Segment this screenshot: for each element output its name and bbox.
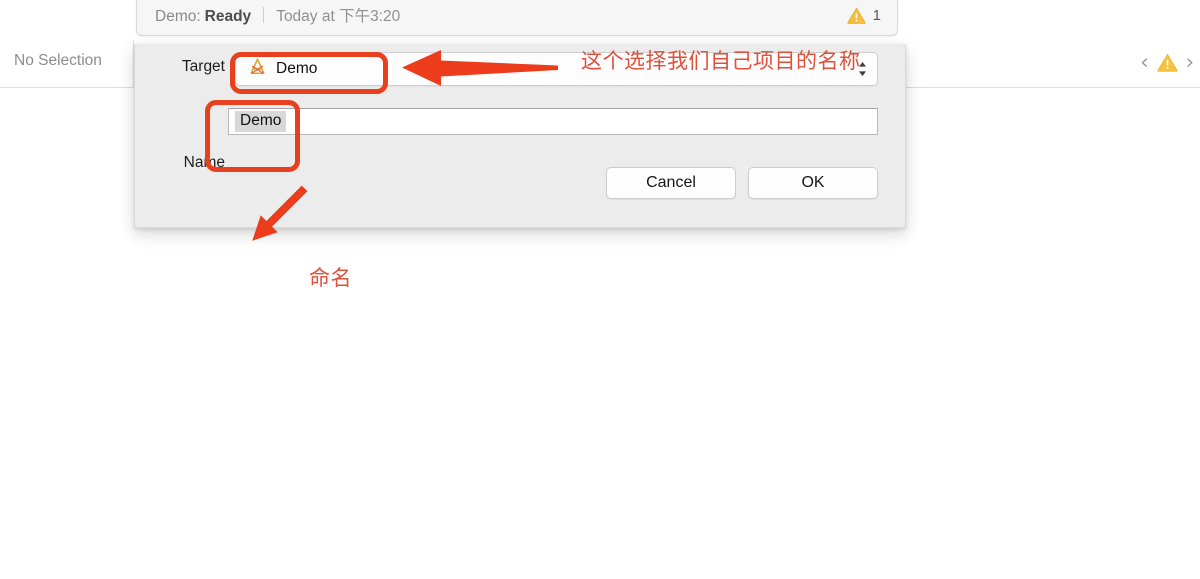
name-label: Name — [183, 154, 225, 171]
annotation-text-name: 命名 — [309, 267, 352, 290]
status-time-label: Today at 下午3:20 — [276, 8, 401, 25]
chevron-right-icon[interactable]: › — [1186, 52, 1194, 73]
status-divider — [263, 7, 265, 23]
warning-triangle-icon[interactable] — [846, 7, 866, 24]
cancel-button[interactable]: Cancel — [606, 167, 736, 199]
name-input-value: Demo — [235, 111, 287, 132]
dialog-button-row: Cancel OK — [606, 167, 878, 199]
status-warning-group[interactable]: 1 — [846, 6, 897, 24]
ok-button[interactable]: OK — [748, 167, 878, 199]
warning-count-label: 1 — [872, 6, 881, 24]
status-state-label: Ready — [204, 8, 252, 25]
activity-status-bar[interactable]: Demo: Ready Today at 下午3:20 1 — [136, 0, 898, 36]
no-selection-label: No Selection — [14, 52, 102, 69]
annotation-text-target: 这个选择我们自己项目的名称 — [581, 50, 861, 73]
chevron-left-icon[interactable]: ‹ — [1140, 52, 1148, 73]
target-label: Target — [181, 58, 225, 75]
warning-triangle-icon[interactable] — [1156, 53, 1178, 72]
target-value-label: Demo — [276, 60, 318, 77]
xcode-app-target-icon — [248, 57, 267, 81]
status-text-group: Demo: Ready Today at 下午3:20 — [137, 4, 400, 26]
issue-navigation-cluster[interactable]: ‹ › — [1140, 52, 1194, 73]
name-input[interactable]: Demo — [228, 108, 878, 135]
status-scheme-label: Demo: — [155, 8, 201, 25]
